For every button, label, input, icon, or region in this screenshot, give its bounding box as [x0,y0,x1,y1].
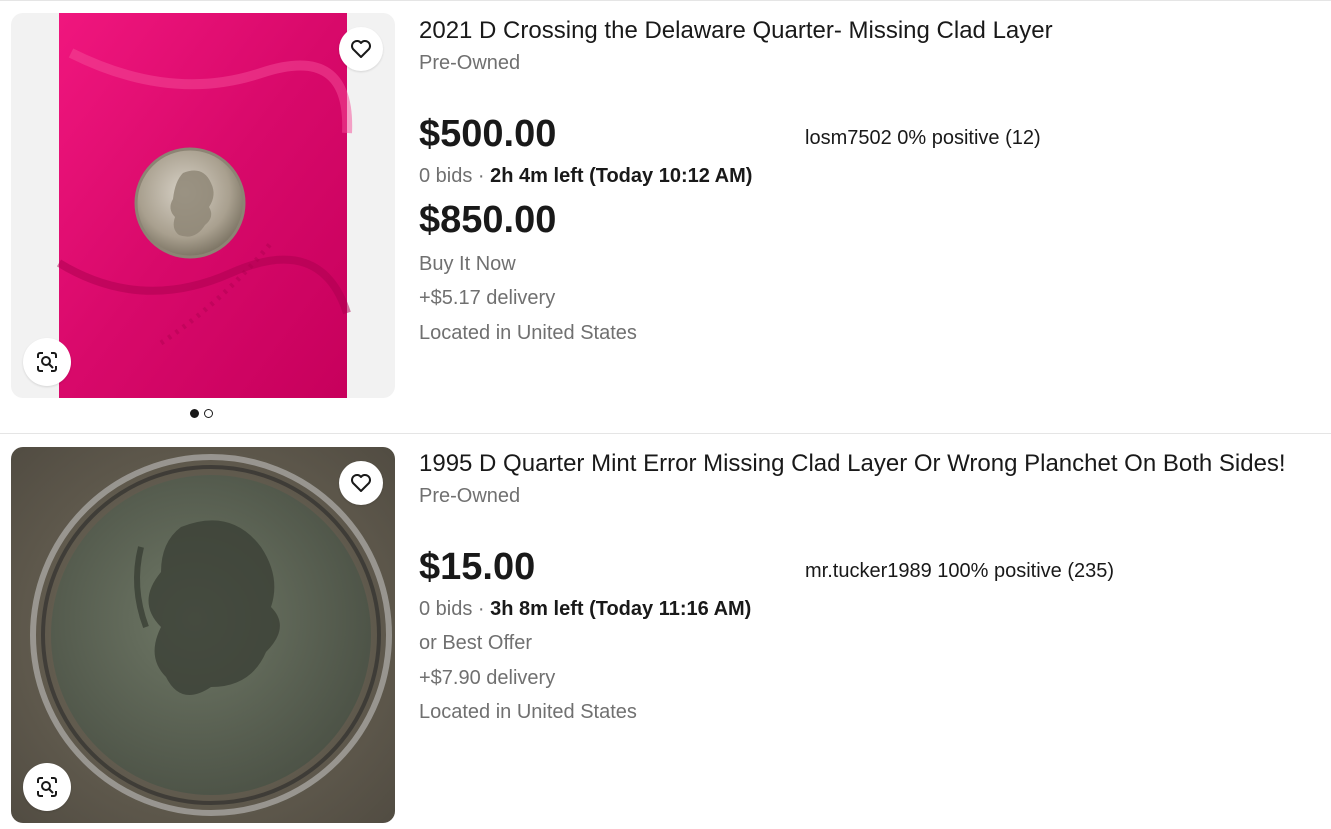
bid-count: 0 bids [419,598,473,620]
listing-price: $15.00 [419,546,536,588]
buy-format: Buy It Now [419,253,516,275]
seller-info: losm7502 0% positive (12) [805,127,1041,149]
buy-now-price: $850.00 [419,199,557,241]
item-location: Located in United States [419,322,637,344]
time-left: 2h 4m left (Today 10:12 AM) [490,165,753,187]
delivery-cost: +$7.90 delivery [419,667,556,689]
heart-icon [351,40,371,58]
bid-count: 0 bids [419,165,473,187]
watch-heart-button[interactable] [339,461,383,505]
separator: · [472,598,491,620]
heart-icon [351,474,371,492]
visual-search-button[interactable] [23,763,71,811]
time-left: 3h 8m left (Today 11:16 AM) [490,598,752,620]
listing-price: $500.00 [419,113,557,155]
visual-search-icon [37,352,57,372]
carousel-dot[interactable] [204,409,213,418]
visual-search-button[interactable] [23,338,71,386]
carousel-dot[interactable] [190,409,199,418]
item-location: Located in United States [419,701,637,723]
delivery-cost: +$5.17 delivery [419,287,556,309]
separator: · [472,165,491,187]
listing-item[interactable]: 1995 D Quarter Mint Error Missing Clad L… [0,433,1331,829]
watch-heart-button[interactable] [339,27,383,71]
listing-condition: Pre-Owned [419,485,521,507]
visual-search-icon [37,777,57,797]
coin-photo [11,447,395,823]
listing-condition: Pre-Owned [419,52,521,74]
listing-title[interactable]: 2021 D Crossing the Delaware Quarter- Mi… [419,17,1053,45]
best-offer: or Best Offer [419,632,533,654]
listing-item[interactable]: 2021 D Crossing the Delaware Quarter- Mi… [0,0,1331,434]
bids-time-left: 0 bids · 3h 8m left (Today 11:16 AM) [419,598,751,621]
listing-image[interactable] [11,447,395,823]
listing-image[interactable] [11,13,395,398]
bids-time-left: 0 bids · 2h 4m left (Today 10:12 AM) [419,165,752,188]
listing-title[interactable]: 1995 D Quarter Mint Error Missing Clad L… [419,450,1286,478]
seller-info: mr.tucker1989 100% positive (235) [805,560,1115,582]
image-carousel-dots[interactable] [190,409,213,418]
coin-photo [56,13,353,398]
